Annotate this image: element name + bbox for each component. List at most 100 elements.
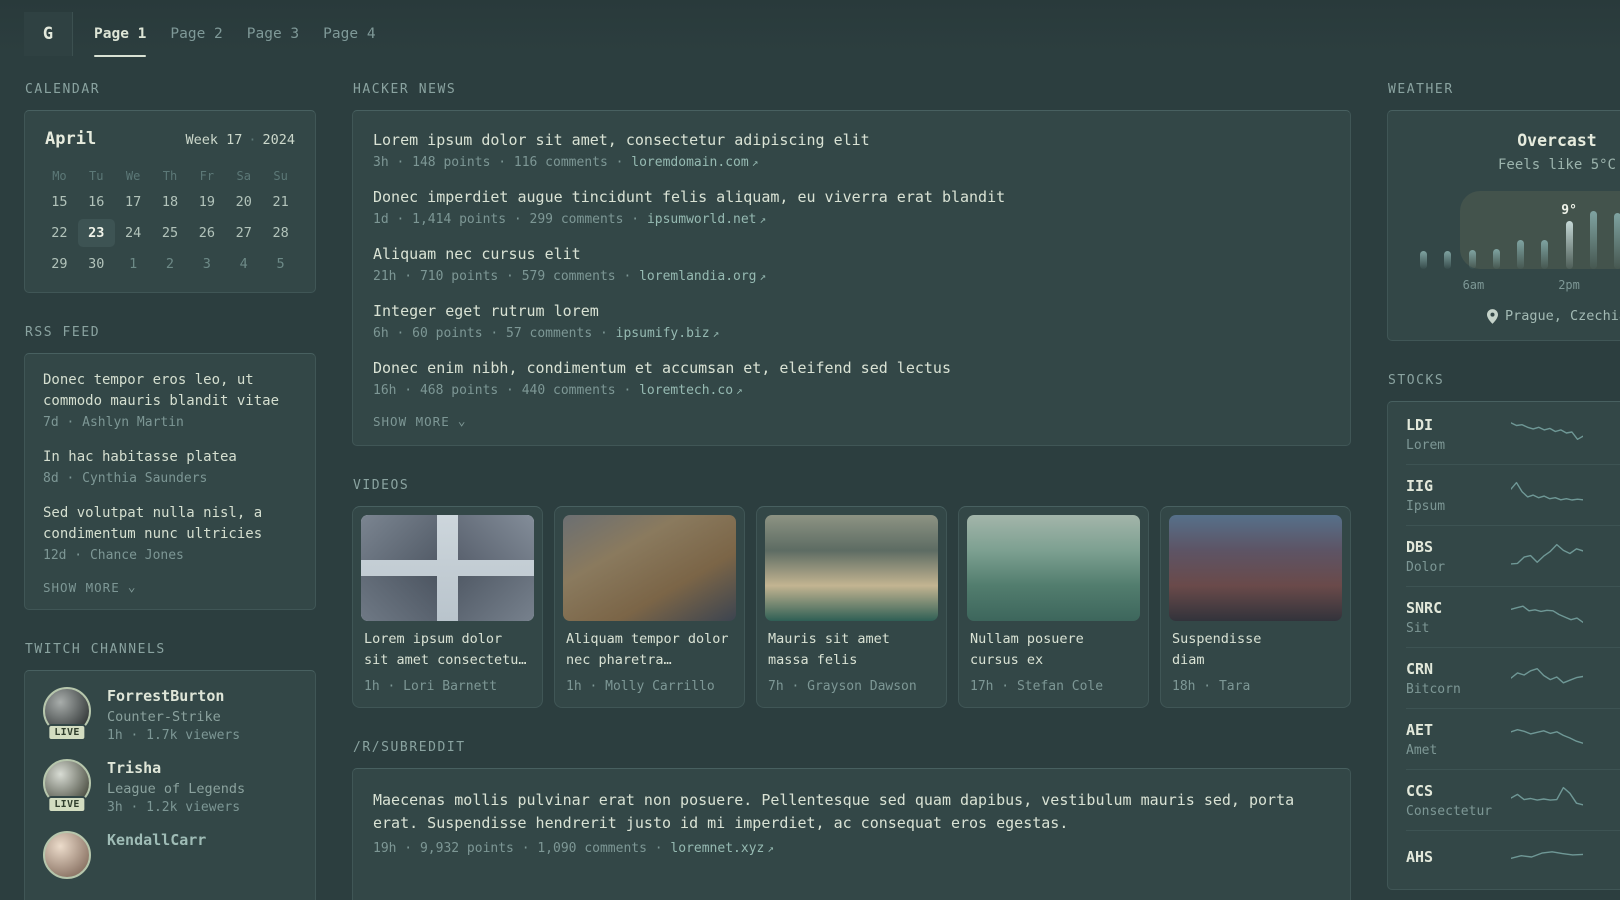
external-link-icon: ↗ (751, 156, 759, 169)
chevron-down-icon: ⌄ (457, 413, 467, 429)
weather-temp-bar (1492, 249, 1500, 269)
hackernews-item-title[interactable]: Donec enim nibh, condimentum et accumsan… (373, 357, 1330, 379)
external-link-icon: ↗ (767, 842, 774, 855)
calendar-month-label: April (45, 129, 97, 149)
subreddit-post-title[interactable]: Maecenas mollis pulvinar erat non posuer… (373, 789, 1330, 835)
hackernews-item-title[interactable]: Integer eget rutrum lorem (373, 300, 1330, 322)
page-tabs: Page 1 Page 2 Page 3 Page 4 (94, 12, 376, 57)
weather-section: WEATHER Overcast Feels like 5°C 9° 6am 2… (1387, 82, 1620, 341)
video-thumbnail[interactable] (563, 515, 736, 621)
video-card[interactable]: Suspendisse diam 18h · Tara (1160, 506, 1351, 708)
stock-name: Amet (1406, 742, 1438, 758)
hackernews-item-domain-link[interactable]: loremtech.co ↗ (639, 383, 743, 398)
twitch-channel-info: ForrestBurton Counter-Strike 1h · 1.7k v… (107, 687, 240, 743)
calendar-day-cell: 1 (129, 256, 138, 272)
rss-item: In hac habitasse platea 8d · Cynthia Sau… (43, 447, 297, 486)
page-tab[interactable]: Page 3 (247, 12, 299, 56)
stock-row[interactable]: SNRC Sit +1.36% $148.64 (1406, 586, 1620, 647)
hackernews-item-domain-link[interactable]: ipsumify.biz ↗ (616, 326, 720, 341)
hackernews-item-title[interactable]: Lorem ipsum dolor sit amet, consectetur … (373, 129, 1330, 151)
twitch-channel-name[interactable]: KendallCarr (107, 831, 206, 849)
weather-location: Prague, Czechia (1406, 308, 1620, 324)
domain-text: loremtech.co (639, 383, 734, 398)
page-tab[interactable]: Page 1 (94, 12, 147, 57)
video-meta: 1h · Molly Carrillo (566, 679, 715, 694)
stock-row[interactable]: IIG Ipsum +2.84% $42.04 (1406, 464, 1620, 525)
subreddit-post-meta: 19h · 9,932 points · 1,090 comments · lo… (373, 841, 1330, 856)
app-logo[interactable]: G (24, 12, 72, 56)
hackernews-section-title: HACKER NEWS (353, 82, 457, 97)
rss-item-title[interactable]: Sed volutpat nulla nisl, a condimentum n… (43, 503, 297, 545)
video-card[interactable]: Aliquam tempor dolor nec pharetra… 1h · … (554, 506, 745, 708)
subreddit-widget: Maecenas mollis pulvinar erat non posuer… (352, 768, 1351, 900)
hackernews-item-stats: 1d · 1,414 points · 299 comments · (373, 212, 640, 227)
video-title[interactable]: Mauris sit amet massa felis (768, 629, 935, 671)
stock-sparkline (1510, 722, 1584, 756)
stock-row[interactable]: DBS Dolor +1.42% $156.28 (1406, 525, 1620, 586)
stock-values: +0.92% $499.72 (1596, 720, 1620, 758)
video-thumbnail[interactable] (765, 515, 938, 621)
video-card[interactable]: Nullam posuere cursus ex 17h · Stefan Co… (958, 506, 1149, 708)
stock-name: Lorem (1406, 437, 1446, 453)
calendar-widget: April Week 17 · 2024 Mo Tu We Th Fr Sa Su 15 16 17… (24, 110, 316, 293)
rss-show-more-button[interactable]: SHOW MORE ⌄ (43, 580, 137, 595)
page-tab[interactable]: Page 2 (170, 12, 222, 56)
subreddit-section-title: /R/SUBREDDIT (353, 740, 466, 755)
video-card[interactable]: Lorem ipsum dolor sit amet consectetu… 1… (352, 506, 543, 708)
stock-price: $165.84 (1596, 803, 1620, 819)
page-tab[interactable]: Page 4 (323, 12, 375, 56)
hackernews-item-domain-link[interactable]: ipsumworld.net ↗ (647, 212, 766, 227)
calendar-day-cell: 23 (77, 219, 115, 247)
live-badge: LIVE (47, 796, 87, 813)
stock-row[interactable]: CCS Consectetur +0.51% $165.84 (1406, 769, 1620, 830)
stock-row[interactable]: CRN Bitcorn -1.00% $66,171.48 (1406, 647, 1620, 708)
hackernews-item-stats: 21h · 710 points · 579 comments · (373, 269, 632, 284)
stock-price: $156.28 (1596, 559, 1620, 575)
hackernews-item-domain-link[interactable]: loremlandia.org ↗ (639, 269, 766, 284)
video-thumbnail[interactable] (1169, 515, 1342, 621)
stock-row[interactable]: LDI Lorem +4.35% $795.18 (1406, 404, 1620, 464)
hackernews-list: Lorem ipsum dolor sit amet, consectetur … (373, 129, 1330, 398)
hackernews-show-more-button[interactable]: SHOW MORE ⌄ (373, 414, 467, 429)
video-thumbnail[interactable] (361, 515, 534, 621)
rss-item-title[interactable]: In hac habitasse platea (43, 447, 297, 468)
video-card[interactable]: Mauris sit amet massa felis 7h · Grayson… (756, 506, 947, 708)
twitch-channel-info: KendallCarr (107, 831, 206, 853)
calendar-weekday-label: Sa (236, 169, 251, 183)
hackernews-item-title[interactable]: Aliquam nec cursus elit (373, 243, 1330, 265)
calendar-section-title: CALENDAR (25, 82, 101, 97)
video-title[interactable]: Suspendisse diam (1172, 629, 1339, 671)
hackernews-item-title[interactable]: Donec imperdiet augue tincidunt felis al… (373, 186, 1330, 208)
domain-text: loremdomain.com (631, 155, 749, 170)
subreddit-post-domain-link[interactable]: loremnet.xyz ↗ (670, 841, 774, 856)
twitch-channel-name[interactable]: ForrestBurton (107, 687, 240, 705)
header-divider (72, 12, 73, 56)
twitch-channel[interactable]: LIVE Trisha League of Legends 3h · 1.2k … (43, 759, 297, 815)
video-title[interactable]: Lorem ipsum dolor sit amet consectetu… (364, 629, 531, 671)
live-badge: LIVE (47, 724, 87, 741)
video-title[interactable]: Nullam posuere cursus ex (970, 629, 1137, 671)
stock-name: Bitcorn (1406, 681, 1461, 697)
stock-row[interactable]: AET Amet +0.92% $499.72 (1406, 708, 1620, 769)
hackernews-item-domain-link[interactable]: loremdomain.com ↗ (631, 155, 758, 170)
thumbnail-corner-shape (457, 576, 534, 621)
calendar-weekday-row: Mo Tu We Th Fr Sa Su (41, 164, 299, 188)
video-thumbnail[interactable] (967, 515, 1140, 621)
separator-dot: · (248, 132, 257, 148)
twitch-channel[interactable]: LIVE KendallCarr (43, 831, 297, 879)
weather-temp-bar (1517, 240, 1525, 269)
external-link-icon: ↗ (759, 213, 767, 226)
hackernews-item-stats: 6h · 60 points · 57 comments · (373, 326, 608, 341)
video-meta: 18h · Tara (1172, 679, 1251, 694)
calendar-weekday-label: Fr (199, 169, 215, 183)
rss-item-title[interactable]: Donec tempor eros leo, ut commodo mauris… (43, 370, 297, 412)
video-title[interactable]: Aliquam tempor dolor nec pharetra… (566, 629, 733, 671)
twitch-channel[interactable]: LIVE ForrestBurton Counter-Strike 1h · 1… (43, 687, 297, 743)
twitch-channel-name[interactable]: Trisha (107, 759, 245, 777)
calendar-day-cell: 26 (198, 225, 215, 241)
hackernews-item-meta: 21h · 710 points · 579 comments · loreml… (373, 269, 1330, 284)
hackernews-widget: Lorem ipsum dolor sit amet, consectetur … (352, 110, 1351, 446)
weather-temp-bar (1589, 211, 1597, 269)
stock-row[interactable]: AHS +0.46% (1406, 830, 1620, 887)
weather-section-title: WEATHER (1388, 82, 1454, 97)
